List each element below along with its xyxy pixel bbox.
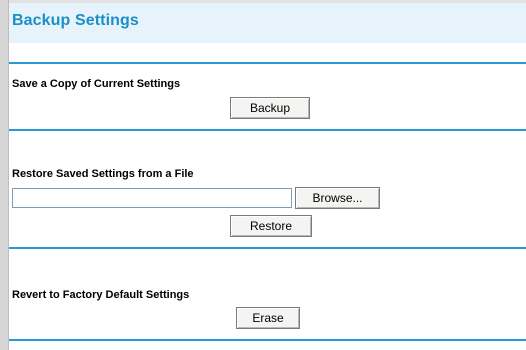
page-title: Backup Settings <box>12 12 139 29</box>
factory-section-label: Revert to Factory Default Settings <box>12 289 190 301</box>
browse-button[interactable]: Browse... <box>295 187 380 209</box>
erase-button[interactable]: Erase <box>236 307 300 329</box>
divider-restore <box>9 247 526 249</box>
restore-button[interactable]: Restore <box>230 215 312 237</box>
restore-file-field[interactable] <box>12 188 292 208</box>
divider-bottom <box>9 339 526 341</box>
backup-section-label: Save a Copy of Current Settings <box>12 78 181 90</box>
backup-button[interactable]: Backup <box>230 97 310 119</box>
divider-backup <box>9 129 526 131</box>
divider-top <box>9 62 526 64</box>
left-frame-edge <box>0 0 9 350</box>
restore-section-label: Restore Saved Settings from a File <box>12 168 194 180</box>
backup-settings-page: Backup Settings Save a Copy of Current S… <box>0 0 526 350</box>
